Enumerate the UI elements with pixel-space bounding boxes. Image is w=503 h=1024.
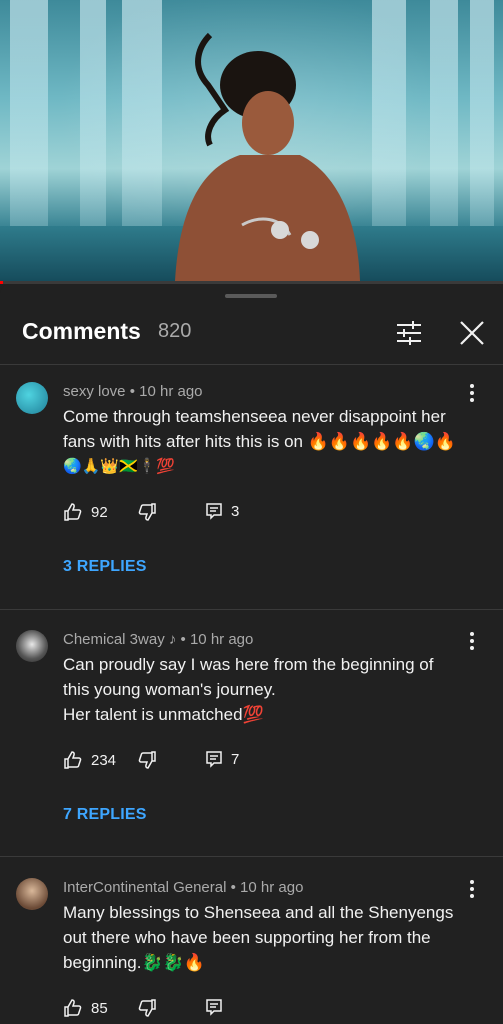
thumb-down-icon — [138, 503, 156, 521]
dislike-button[interactable] — [137, 502, 157, 522]
like-count: 234 — [91, 751, 117, 769]
comment-meta: sexy love • 10 hr ago — [63, 383, 203, 400]
like-count: 85 — [91, 999, 108, 1017]
thumb-up-icon — [64, 999, 82, 1017]
reply-count: 3 — [231, 502, 240, 520]
comment-time: • 10 hr ago — [180, 631, 254, 648]
comment-text: Many blessings to Shenseea and all the S… — [63, 900, 478, 975]
thumb-down-icon — [138, 751, 156, 769]
view-replies-button[interactable]: 3 REPLIES — [63, 558, 147, 576]
comment-thread: Chemical 3way ♪ • 10 hr ago Can proudly … — [0, 628, 503, 853]
comment-time: • 10 hr ago — [129, 383, 203, 400]
comment-author[interactable]: sexy love — [63, 383, 126, 400]
waterfall-decoration — [372, 0, 406, 240]
video-thumbnail-figure — [175, 32, 360, 281]
reply-button[interactable] — [205, 998, 231, 1016]
drag-handle[interactable] — [225, 294, 277, 298]
comment-actions: 92 3 — [63, 502, 463, 526]
comment-thread: InterContinental General • 10 hr ago Man… — [0, 876, 503, 1024]
thumb-up-icon — [64, 503, 82, 521]
avatar[interactable] — [16, 878, 48, 910]
reply-icon — [206, 503, 222, 520]
divider — [0, 364, 503, 365]
avatar[interactable] — [16, 382, 48, 414]
comments-count: 820 — [158, 320, 192, 342]
dislike-button[interactable] — [137, 998, 157, 1018]
view-replies-button[interactable]: 7 REPLIES — [63, 806, 147, 824]
waterfall-decoration — [122, 0, 162, 240]
comment-line: fans with hits after hits this is on 🔥🔥🔥… — [63, 432, 456, 451]
comments-panel: Comments 820 sexy love • 10 hr ago Come … — [0, 284, 503, 1024]
more-vert-icon[interactable] — [464, 382, 480, 404]
like-count: 92 — [91, 503, 108, 521]
reply-icon — [206, 751, 222, 768]
waterfall-decoration — [10, 0, 48, 240]
dislike-button[interactable] — [137, 750, 157, 770]
like-button[interactable]: 92 — [63, 502, 108, 522]
comment-line: Her talent is unmatched💯 — [63, 705, 264, 724]
reply-icon — [206, 999, 222, 1016]
more-vert-icon[interactable] — [464, 630, 480, 652]
comment-line: Come through teamshenseea never disappoi… — [63, 407, 446, 426]
reply-button[interactable]: 7 — [205, 750, 239, 768]
comment-line: this young woman's journey. — [63, 680, 276, 699]
comments-title: Comments — [22, 318, 141, 344]
reply-button[interactable]: 3 — [205, 502, 239, 520]
comment-author[interactable]: InterContinental General — [63, 879, 226, 896]
comment-line: Can proudly say I was here from the begi… — [63, 655, 434, 674]
reply-count: 7 — [231, 750, 240, 768]
comment-time: • 10 hr ago — [230, 879, 304, 896]
comment-line: Many blessings to Shenseea and all the S… — [63, 903, 454, 922]
like-button[interactable]: 85 — [63, 998, 108, 1018]
waterfall-decoration — [80, 0, 106, 240]
video-progress-fill — [0, 281, 3, 284]
comment-actions: 234 7 — [63, 750, 463, 774]
comments-header: Comments 820 — [0, 312, 503, 362]
waterfall-decoration — [470, 0, 494, 240]
comment-line: out there who have been supporting her f… — [63, 928, 431, 947]
avatar[interactable] — [16, 630, 48, 662]
thumb-down-icon — [138, 999, 156, 1017]
comment-thread: sexy love • 10 hr ago Come through teams… — [0, 380, 503, 605]
comment-line: beginning.🐉🐉🔥 — [63, 953, 205, 972]
close-icon[interactable] — [457, 318, 487, 348]
comment-text: Come through teamshenseea never disappoi… — [63, 404, 478, 479]
video-player[interactable] — [0, 0, 503, 281]
filter-icon[interactable] — [394, 318, 424, 348]
comment-author[interactable]: Chemical 3way ♪ — [63, 631, 176, 648]
divider — [0, 856, 503, 857]
comment-line: 🌏🙏👑🇯🇲🕴💯 — [63, 457, 176, 475]
comment-meta: Chemical 3way ♪ • 10 hr ago — [63, 631, 253, 648]
thumb-up-icon — [64, 751, 82, 769]
more-vert-icon[interactable] — [464, 878, 480, 900]
comment-meta: InterContinental General • 10 hr ago — [63, 879, 303, 896]
waterfall-decoration — [430, 0, 458, 240]
like-button[interactable]: 234 — [63, 750, 116, 770]
comment-text: Can proudly say I was here from the begi… — [63, 652, 478, 727]
divider — [0, 609, 503, 610]
comment-actions: 85 — [63, 998, 463, 1022]
